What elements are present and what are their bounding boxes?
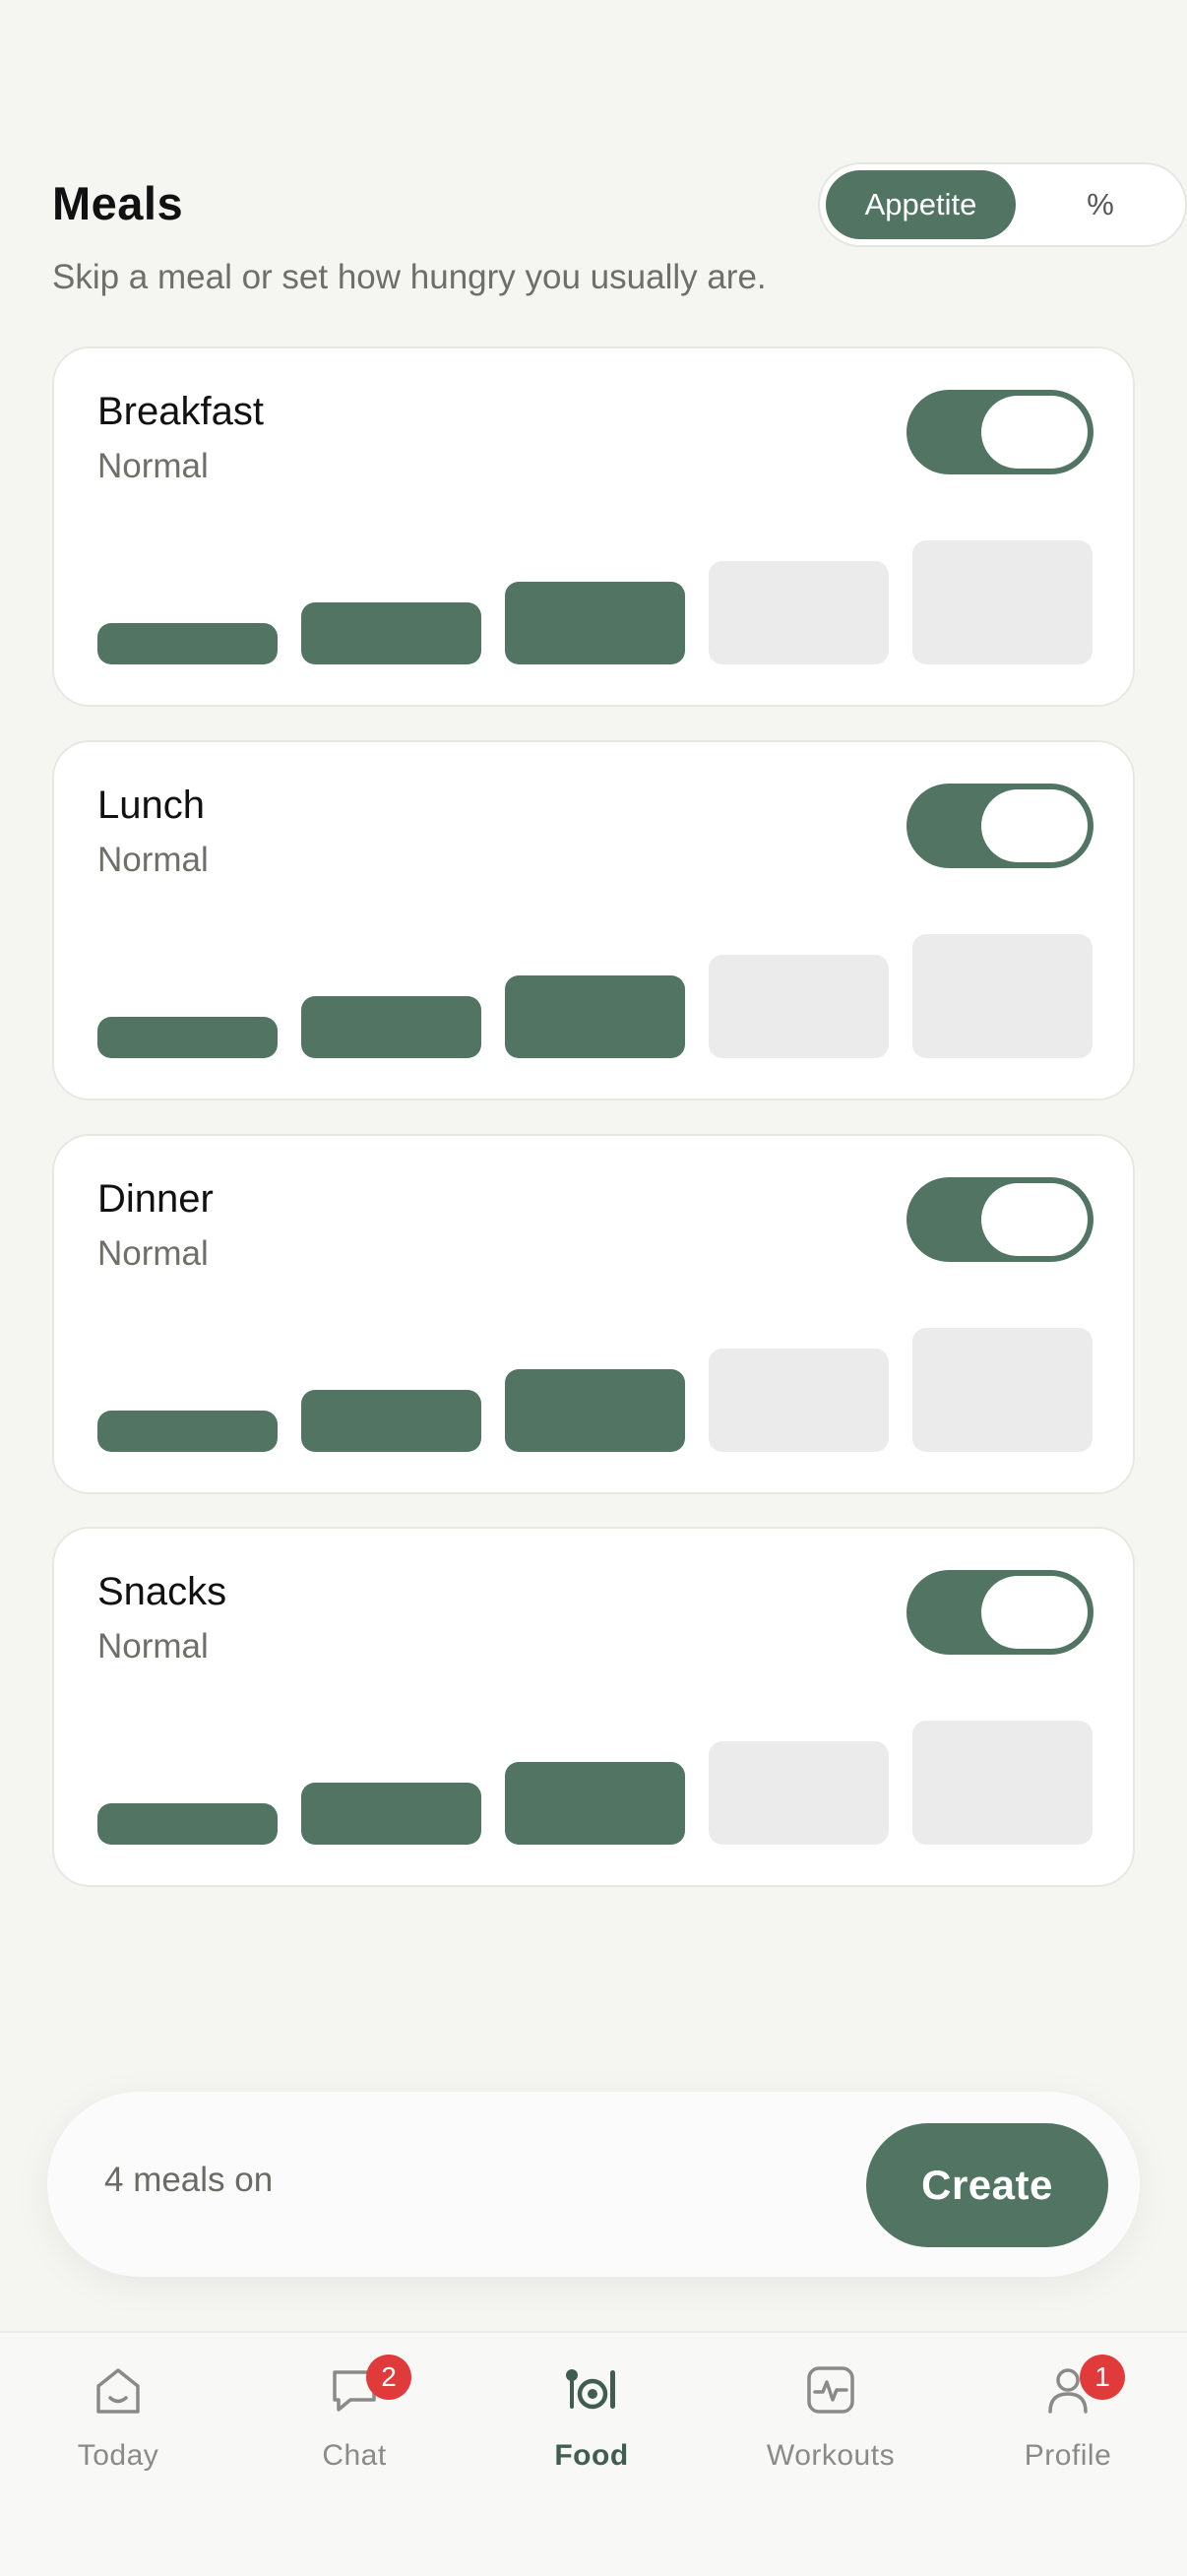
home-icon <box>96 2368 140 2414</box>
tab-workouts[interactable]: Workouts <box>732 2333 929 2481</box>
tab-label: Today <box>77 2439 159 2472</box>
tab-today[interactable]: Today <box>20 2333 217 2481</box>
toggle-knob <box>981 1183 1088 1256</box>
meal-level-label: Normal <box>97 841 209 879</box>
appetite-level-1[interactable] <box>97 623 278 664</box>
meal-card-lunch: Lunch Normal <box>52 740 1135 1100</box>
food-icon <box>566 2369 615 2410</box>
toggle-knob <box>981 1576 1088 1649</box>
toggle-knob <box>981 396 1088 469</box>
meal-name: Breakfast <box>97 390 264 433</box>
meal-toggle[interactable] <box>906 1177 1093 1262</box>
tab-chat[interactable]: 2 Chat <box>256 2333 453 2481</box>
appetite-level-5[interactable] <box>912 1721 1093 1845</box>
appetite-level-2[interactable] <box>301 1390 481 1452</box>
appetite-level-2[interactable] <box>301 602 481 664</box>
tab-label: Chat <box>322 2439 387 2472</box>
appetite-level-1[interactable] <box>97 1411 278 1452</box>
appetite-level-5[interactable] <box>912 934 1093 1058</box>
tab-label: Food <box>554 2439 629 2472</box>
activity-icon <box>807 2366 854 2414</box>
appetite-level-2[interactable] <box>301 996 481 1058</box>
appetite-level-1[interactable] <box>97 1017 278 1058</box>
bottom-tab-bar: Today 2 Chat Food Workouts 1 Profile <box>0 2331 1187 2576</box>
meal-level-label: Normal <box>97 1627 209 1665</box>
appetite-level-5[interactable] <box>912 540 1093 664</box>
meal-card-dinner: Dinner Normal <box>52 1134 1135 1494</box>
appetite-level-1[interactable] <box>97 1803 278 1845</box>
chat-badge: 2 <box>366 2355 411 2400</box>
meal-card-snacks: Snacks Normal <box>52 1527 1135 1887</box>
page-title: Meals <box>52 177 184 229</box>
tab-profile[interactable]: 1 Profile <box>969 2333 1166 2481</box>
toggle-knob <box>981 789 1088 862</box>
appetite-level-4[interactable] <box>709 955 889 1058</box>
create-bar: 4 meals on Create <box>47 2092 1140 2277</box>
tab-food[interactable]: Food <box>493 2333 690 2481</box>
tab-label: Profile <box>1024 2439 1112 2472</box>
appetite-level-5[interactable] <box>912 1328 1093 1452</box>
meal-level-label: Normal <box>97 1234 209 1273</box>
profile-badge: 1 <box>1080 2355 1125 2400</box>
appetite-level-4[interactable] <box>709 1349 889 1452</box>
create-button[interactable]: Create <box>866 2123 1108 2247</box>
appetite-level-4[interactable] <box>709 561 889 664</box>
meal-toggle[interactable] <box>906 390 1093 474</box>
meal-name: Snacks <box>97 1570 227 1613</box>
appetite-level-3[interactable] <box>505 975 685 1058</box>
percent-segment[interactable]: % <box>1022 170 1179 239</box>
meal-name: Dinner <box>97 1177 214 1221</box>
page-subtitle: Skip a meal or set how hungry you usuall… <box>52 258 767 296</box>
meal-card-breakfast: Breakfast Normal <box>52 346 1135 707</box>
appetite-level-3[interactable] <box>505 582 685 664</box>
mode-segmented-control[interactable]: Appetite % <box>818 162 1187 247</box>
meal-name: Lunch <box>97 784 205 827</box>
meals-on-summary: 4 meals on <box>104 2161 274 2199</box>
appetite-level-2[interactable] <box>301 1783 481 1845</box>
meal-level-label: Normal <box>97 447 209 485</box>
appetite-segment[interactable]: Appetite <box>826 170 1016 239</box>
meal-toggle[interactable] <box>906 1570 1093 1655</box>
appetite-level-3[interactable] <box>505 1369 685 1452</box>
meal-toggle[interactable] <box>906 784 1093 868</box>
appetite-level-3[interactable] <box>505 1762 685 1845</box>
tab-label: Workouts <box>766 2439 896 2472</box>
meals-header: Meals Appetite % <box>52 162 1187 251</box>
appetite-level-4[interactable] <box>709 1741 889 1845</box>
